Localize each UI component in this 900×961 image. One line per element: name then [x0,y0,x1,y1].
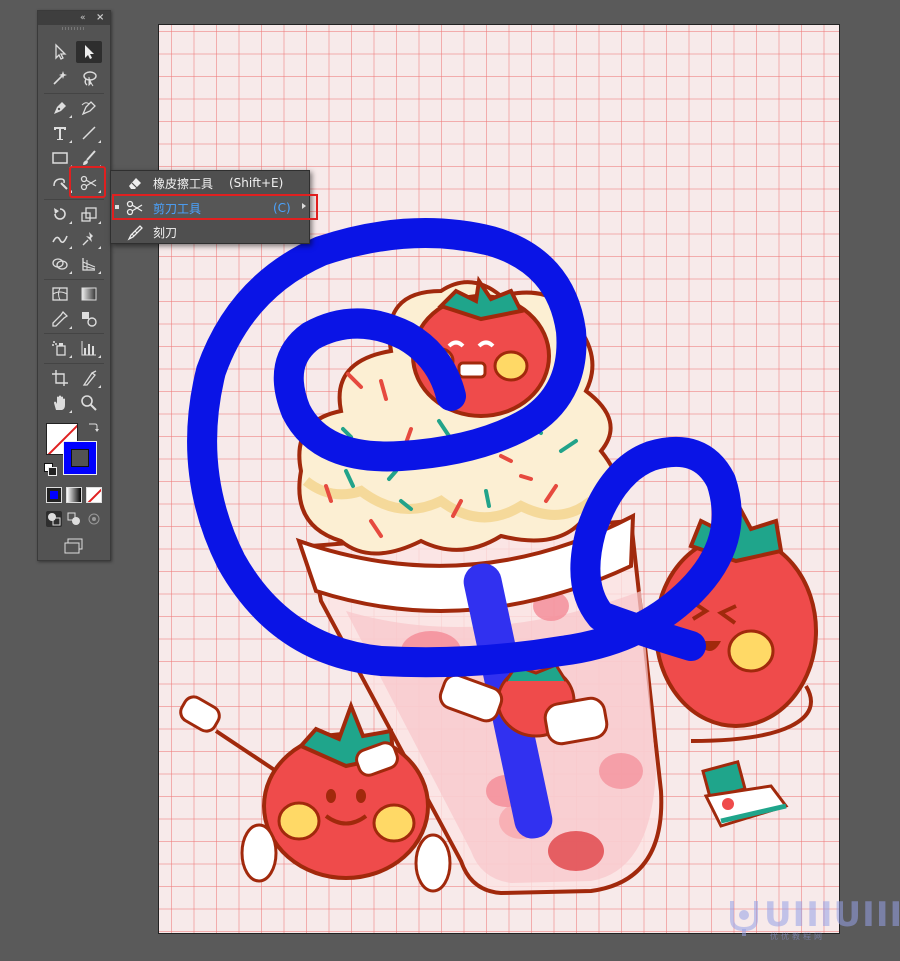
none-icon [87,488,101,502]
draw-behind-icon [67,512,80,525]
scale-icon [81,207,97,222]
gradient-mode-button[interactable] [66,487,82,503]
width-icon [52,235,68,244]
artboard-icon [52,370,68,386]
type-tool[interactable] [47,122,73,144]
blend-tool[interactable] [76,308,102,330]
draw-normal-icon [48,513,61,526]
flyout-item-shortcut: (Shift+E) [229,176,284,190]
flyout-item-eraser[interactable]: 橡皮擦工具 (Shift+E) [111,171,309,195]
width-tool[interactable] [47,228,73,250]
selection-tool[interactable] [47,41,73,63]
watermark-text: UIIIUIII [764,895,900,935]
swap-fill-stroke-icon[interactable] [87,421,99,433]
selection-arrow-icon [55,43,67,60]
blend-icon [82,312,97,327]
draw-behind-button[interactable] [66,511,82,527]
column-graph-tool[interactable] [76,337,102,359]
flyout-item-label: 刻刀 [153,225,178,240]
lasso-icon [83,71,97,87]
flyout-item-knife[interactable]: 刻刀 [111,220,309,244]
none-mode-button[interactable] [86,487,102,503]
shape-builder-icon [52,258,68,270]
pen-icon [54,102,66,114]
zoom-tool[interactable] [76,392,102,414]
eyedropper-tool[interactable] [47,308,73,330]
shaper-icon [53,178,68,190]
color-mode-button[interactable] [46,487,62,503]
tools-panel-header[interactable]: « × [38,11,110,25]
gradient-icon [81,287,97,301]
screen-mode-button[interactable] [62,537,86,555]
direct-selection-tool[interactable] [76,41,102,63]
magic-wand-icon [53,71,67,85]
draw-inside-button[interactable] [86,511,102,527]
rotate-tool[interactable] [47,203,73,225]
scissors-tool-highlight [69,166,106,198]
screen-mode-icon [64,538,83,554]
tools-panel: « × [37,10,111,561]
mesh-tool[interactable] [47,283,73,305]
curvature-tool[interactable] [76,97,102,119]
zoom-icon [81,395,97,411]
symbol-sprayer-icon [52,341,66,356]
type-icon [54,127,66,140]
stroke-swatch[interactable] [63,441,97,475]
line-segment-icon [82,126,96,140]
slice-tool[interactable] [76,367,102,389]
illustration [179,218,818,896]
magic-wand-tool[interactable] [47,67,73,89]
draw-inside-icon [88,513,100,525]
flyout-item-label: 橡皮擦工具 [153,176,214,191]
watermark: UIIIUIII 优优教程网 [726,895,900,945]
eraser-icon [129,178,141,189]
close-panel-icon[interactable]: × [96,11,104,25]
symbol-sprayer-tool[interactable] [47,337,73,359]
rotate-icon [54,208,66,220]
curvature-icon [81,101,96,116]
puppet-warp-tool[interactable] [76,228,102,250]
pushpin-icon [82,232,93,246]
eyedropper-icon [52,310,69,327]
perspective-grid-icon [82,258,96,271]
perspective-grid-tool[interactable] [76,253,102,275]
mesh-icon [52,287,68,301]
panel-grip[interactable] [62,27,86,30]
column-graph-icon [81,341,96,356]
shape-builder-tool[interactable] [47,253,73,275]
artboard-tool[interactable] [47,367,73,389]
rectangle-icon [52,152,68,164]
lasso-tool[interactable] [76,67,102,89]
knife-icon [127,225,143,241]
collapse-panel-icon[interactable]: « [80,11,86,25]
gradient-tool[interactable] [76,283,102,305]
scissors-item-highlight [112,194,318,220]
direct-selection-arrow-icon [85,45,94,59]
hand-icon [54,395,65,410]
strawberry-right [654,496,818,828]
paintbrush-icon [83,150,96,165]
slice-icon [82,370,97,386]
watermark-subtitle: 优优教程网 [770,932,825,941]
artboard-canvas[interactable] [158,24,840,934]
watermark-logo-icon [730,901,758,936]
hand-tool[interactable] [47,392,73,414]
draw-normal-button[interactable] [46,511,62,527]
line-segment-tool[interactable] [76,122,102,144]
scale-tool[interactable] [76,203,102,225]
default-fill-stroke-icon[interactable] [44,463,57,476]
pen-tool[interactable] [47,97,73,119]
